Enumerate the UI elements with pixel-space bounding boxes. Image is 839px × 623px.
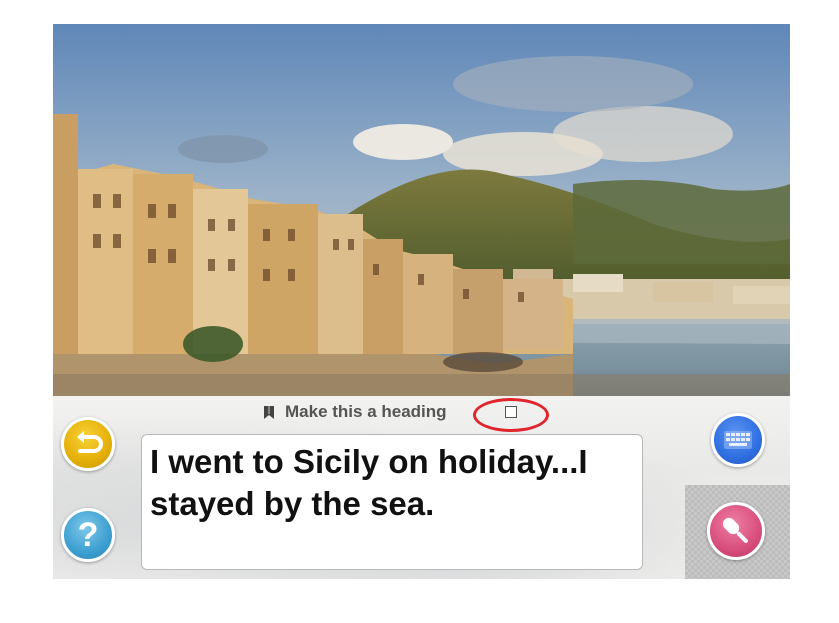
heading-toggle-label: Make this a heading xyxy=(285,402,447,421)
background-photo xyxy=(53,24,790,396)
highlight-circle xyxy=(473,398,549,432)
microphone-button[interactable] xyxy=(707,502,765,560)
question-mark-icon: ? xyxy=(77,515,99,554)
keyboard-icon xyxy=(724,431,752,449)
microphone-icon xyxy=(722,517,748,543)
keyboard-button[interactable] xyxy=(711,413,765,467)
help-button[interactable]: ? xyxy=(61,508,115,562)
back-arrow-icon xyxy=(77,431,103,453)
caption-text: I went to Sicily on holiday...I stayed b… xyxy=(150,443,588,522)
heading-toggle-row: Make this a heading xyxy=(263,400,447,424)
back-button[interactable] xyxy=(61,417,115,471)
caption-text-field[interactable]: I went to Sicily on holiday...I stayed b… xyxy=(141,434,643,570)
app-screen: Make this a heading I went to Sicily on … xyxy=(53,24,790,579)
bookmark-icon xyxy=(264,405,274,419)
